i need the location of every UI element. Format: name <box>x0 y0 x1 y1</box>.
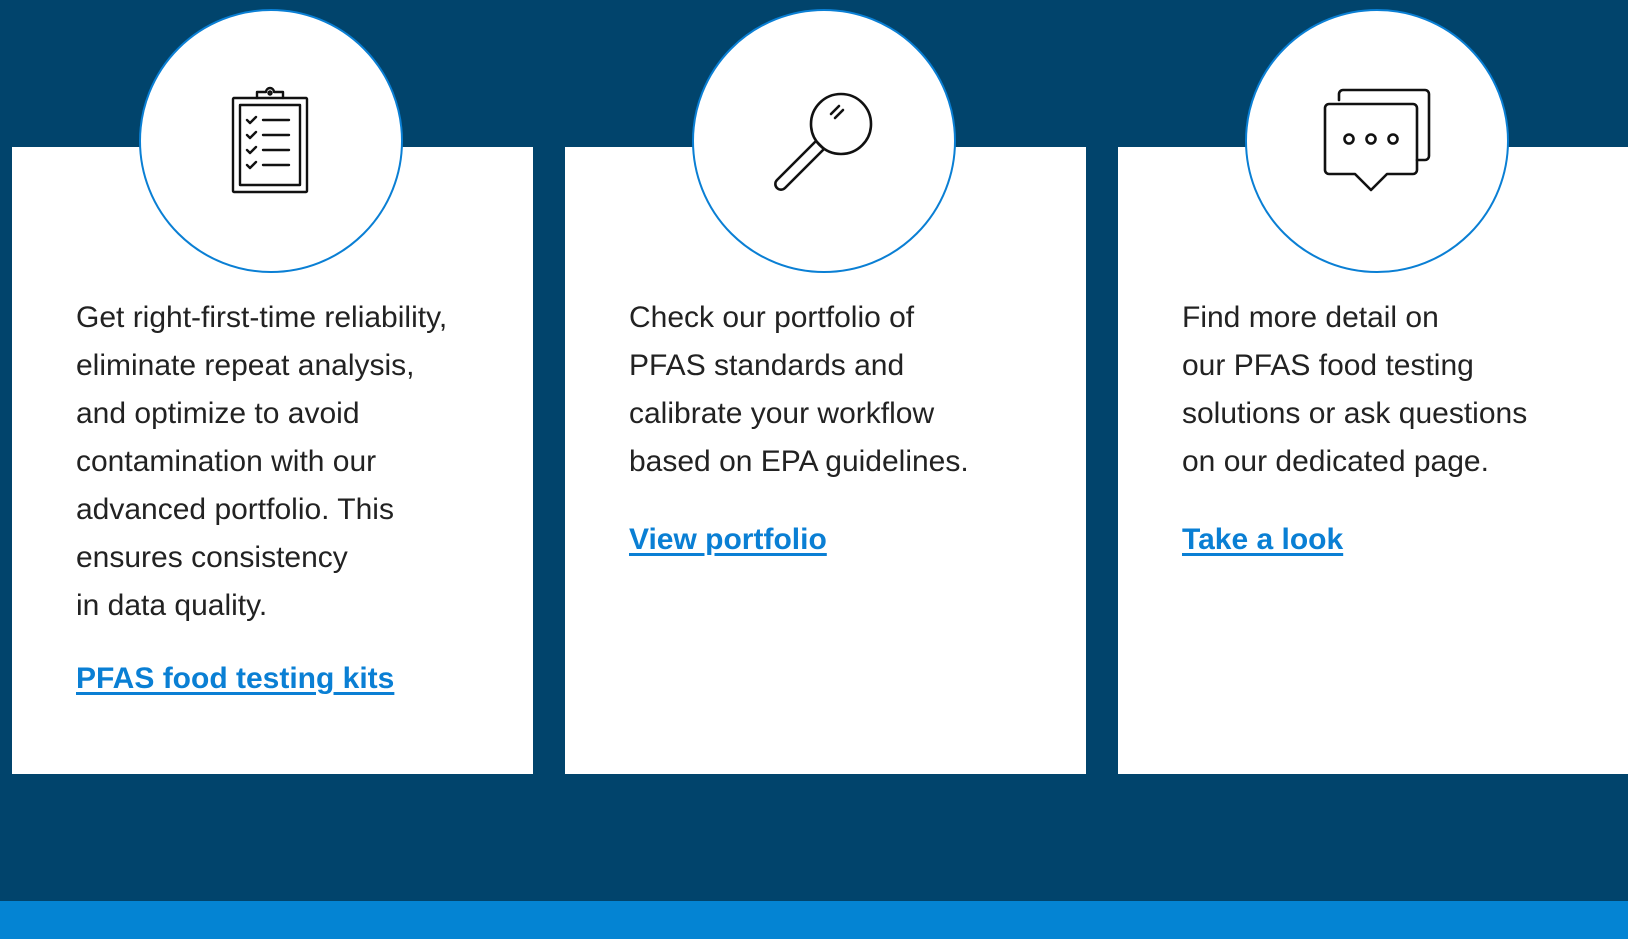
clipboard-checklist-icon <box>231 86 309 194</box>
view-portfolio-link[interactable]: View portfolio <box>629 523 827 557</box>
icon-circle <box>1245 9 1509 273</box>
pfas-food-testing-kits-link[interactable]: PFAS food testing kits <box>76 662 394 696</box>
icon-circle <box>139 9 403 273</box>
take-a-look-link[interactable]: Take a look <box>1182 523 1343 557</box>
chat-bubbles-icon <box>1323 88 1431 192</box>
magnifying-glass-icon <box>774 92 873 191</box>
card-description: Check our portfolio of PFAS standards an… <box>629 301 969 478</box>
icon-circle <box>692 9 956 273</box>
card-description: Find more detail on our PFAS food testin… <box>1182 301 1528 478</box>
card-description: Get right-first-time reliability, elimin… <box>76 301 448 622</box>
bottom-band <box>0 901 1628 939</box>
